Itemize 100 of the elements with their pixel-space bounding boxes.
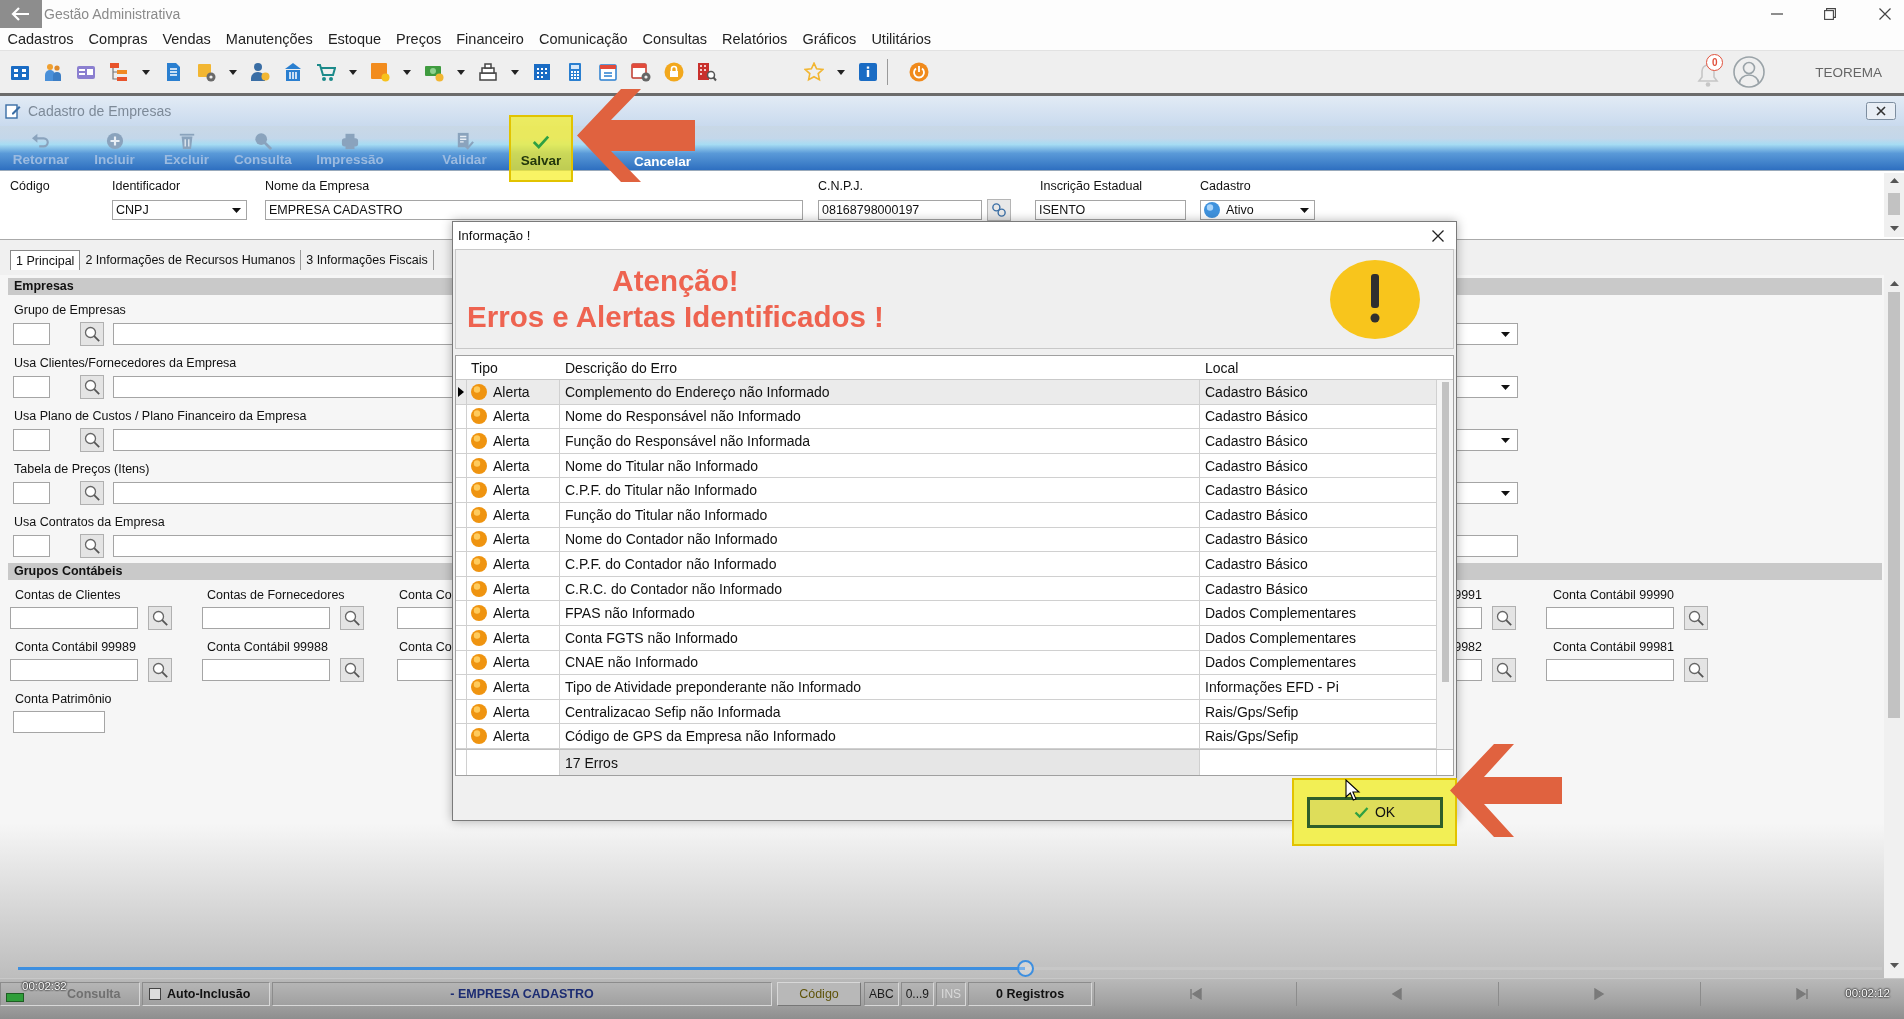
box-gear-icon[interactable] <box>196 62 216 82</box>
menu-item[interactable]: Cadastros <box>0 30 82 48</box>
vertical-scrollbar[interactable] <box>1884 173 1904 237</box>
tab[interactable]: 1 Principal <box>10 250 81 270</box>
menu-item[interactable]: Relatórios <box>714 30 795 48</box>
input-field[interactable]: 08168798000197 <box>818 200 982 220</box>
column-header[interactable]: Descrição do Erro <box>560 356 1200 379</box>
input-field[interactable]: ISENTO <box>1035 200 1186 220</box>
scrollbar-thumb[interactable] <box>1888 193 1900 215</box>
cancel-button[interactable]: Cancelar <box>634 152 692 170</box>
caret-icon[interactable] <box>1501 331 1510 337</box>
table-row[interactable]: Alerta Nome do Responsável não Informado Cadastro Básico <box>456 404 1437 430</box>
index-button[interactable]: Código <box>777 982 861 1006</box>
input-field[interactable] <box>13 323 50 345</box>
scroll-down-icon[interactable] <box>1889 963 1899 968</box>
table-row[interactable]: Alerta FPAS não Informado Dados Complementares <box>456 601 1437 626</box>
menu-item[interactable]: Vendas <box>154 30 219 48</box>
caret-icon[interactable] <box>1501 490 1510 496</box>
search-button[interactable] <box>1684 658 1708 682</box>
table-row[interactable]: Alerta Código de GPS da Empresa não Informado Rais/Gps/Sefip <box>456 724 1437 749</box>
calendar-icon[interactable] <box>532 62 552 82</box>
vertical-scrollbar[interactable] <box>1884 275 1904 978</box>
caret-icon[interactable] <box>511 69 519 75</box>
org-chart-icon[interactable] <box>109 62 129 82</box>
menu-item[interactable]: Preços <box>388 30 449 48</box>
table-row[interactable]: Alerta Centralizacao Sefip não Informada Rais/Gps/Sefip <box>456 699 1437 725</box>
input-field[interactable] <box>202 659 330 681</box>
search-button[interactable] <box>340 658 364 682</box>
input-field[interactable] <box>13 535 50 557</box>
calendar-icon[interactable] <box>598 62 618 82</box>
checkbox-label[interactable]: Auto-Inclusão <box>167 987 251 1001</box>
caret-icon[interactable] <box>457 69 465 75</box>
menu-item[interactable]: Manutenções <box>218 30 321 48</box>
input-field[interactable]: EMPRESA CADASTRO <box>265 200 803 220</box>
dropdown-field[interactable]: Ativo <box>1200 200 1315 220</box>
menu-item[interactable]: Estoque <box>320 30 389 48</box>
input-field[interactable] <box>1546 607 1674 629</box>
table-row[interactable]: Alerta CNAE não Informado Dados Complementares <box>456 650 1437 676</box>
scroll-up-icon[interactable] <box>1889 178 1899 183</box>
search-button[interactable] <box>80 375 104 399</box>
input-field[interactable] <box>202 607 330 629</box>
input-field[interactable] <box>13 376 50 398</box>
search-button[interactable] <box>148 606 172 630</box>
caret-icon[interactable] <box>142 69 150 75</box>
close-icon[interactable] <box>1879 8 1891 20</box>
info-icon[interactable] <box>858 62 878 82</box>
search-button[interactable] <box>1492 658 1516 682</box>
caret-icon[interactable] <box>229 69 237 75</box>
input-field[interactable] <box>13 429 50 451</box>
input-field[interactable] <box>10 659 138 681</box>
table-row[interactable]: Alerta Nome do Contador não Informado Cadastro Básico <box>456 527 1437 553</box>
progress-handle[interactable] <box>1016 960 1034 977</box>
table-row[interactable]: Alerta Função do Titular não Informado Cadastro Básico <box>456 502 1437 528</box>
caret-icon[interactable] <box>232 207 241 213</box>
cart-icon[interactable] <box>316 62 336 82</box>
caret-icon[interactable] <box>1501 437 1510 443</box>
search-button[interactable] <box>1684 606 1708 630</box>
tab[interactable]: 2 Informações de Recursos Humanos <box>80 250 302 270</box>
caret-icon[interactable] <box>403 69 411 75</box>
table-row[interactable]: Alerta C.P.F. do Contador não Informado Cadastro Básico <box>456 552 1437 577</box>
star-icon[interactable] <box>804 62 824 82</box>
table-row[interactable]: Alerta Conta FGTS não Informado Dados Complementares <box>456 625 1437 651</box>
caret-icon[interactable] <box>1501 384 1510 390</box>
scrollbar-thumb[interactable] <box>1888 292 1900 718</box>
scroll-down-icon[interactable] <box>1889 226 1899 231</box>
restore-icon[interactable] <box>1824 8 1836 20</box>
menu-item[interactable]: Gráficos <box>794 30 864 48</box>
checkbox[interactable] <box>149 988 161 1000</box>
table-row[interactable]: Alerta Nome do Titular não Informado Cadastro Básico <box>456 453 1437 479</box>
search-button[interactable] <box>80 322 104 346</box>
search-button[interactable] <box>80 534 104 558</box>
scrollbar-thumb[interactable] <box>1441 382 1449 682</box>
menu-item[interactable]: Consultas <box>635 30 715 48</box>
table-row[interactable]: Alerta Tipo de Atividade preponderante não Informado Informações EFD - Pi <box>456 675 1437 700</box>
save-button[interactable]: Salvar <box>509 115 573 182</box>
close-icon[interactable] <box>1866 102 1896 120</box>
table-row[interactable]: Alerta C.R.C. do Contador não Informado Cadastro Básico <box>456 576 1437 602</box>
search-button[interactable] <box>80 481 104 505</box>
caret-icon[interactable] <box>1300 207 1309 213</box>
dropdown-field[interactable]: CNPJ <box>112 200 247 220</box>
menu-item[interactable]: Financeiro <box>448 30 532 48</box>
person-coin-icon[interactable] <box>250 62 270 82</box>
column-header[interactable]: Local <box>1200 356 1437 379</box>
power-icon[interactable] <box>909 62 929 82</box>
search-button[interactable] <box>148 658 172 682</box>
caret-icon[interactable] <box>349 69 357 75</box>
column-header[interactable]: Tipo <box>467 356 560 379</box>
close-icon[interactable] <box>1432 229 1444 242</box>
menu-item[interactable]: Compras <box>81 30 155 48</box>
scroll-up-icon[interactable] <box>1889 281 1899 286</box>
input-field[interactable] <box>10 607 138 629</box>
table-row[interactable]: Alerta Complemento do Endereço não Informado Cadastro Básico <box>456 380 1437 405</box>
tab[interactable]: 3 Informações Fiscais <box>301 250 434 270</box>
input-field[interactable] <box>1546 659 1674 681</box>
menu-item[interactable]: Utilitários <box>863 30 939 48</box>
building-search-icon[interactable] <box>697 62 717 82</box>
table-row[interactable]: Alerta Função do Responsável não Informada Cadastro Básico <box>456 429 1437 454</box>
search-button[interactable] <box>340 606 364 630</box>
people-icon[interactable] <box>43 62 63 82</box>
caret-icon[interactable] <box>837 69 845 75</box>
